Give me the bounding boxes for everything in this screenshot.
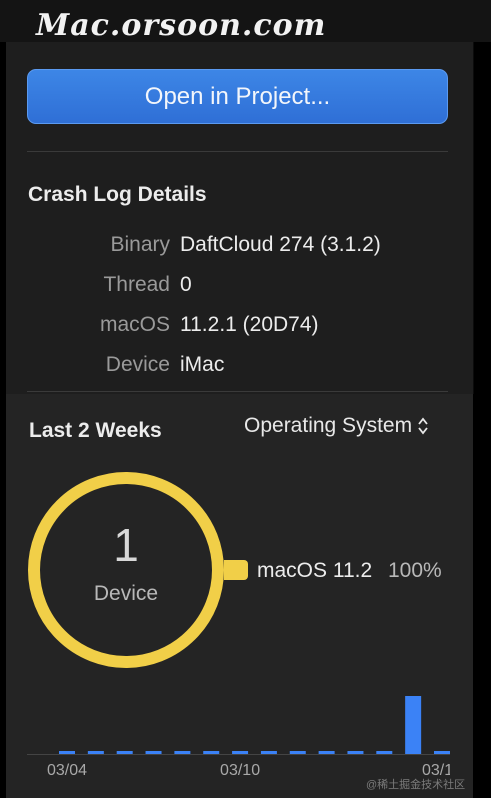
divider (27, 151, 448, 152)
up-down-chevron-icon (418, 417, 428, 435)
crash-bar-chart: 03/0403/1003/17 (27, 696, 450, 779)
bar-03/13[interactable] (318, 751, 335, 754)
tick-label: 03/10 (220, 762, 260, 779)
bar-03/11[interactable] (260, 751, 277, 754)
bar-03/08[interactable] (174, 751, 191, 754)
bar-03/07[interactable] (145, 751, 162, 754)
device-label: Device (105, 353, 170, 376)
bar-03/05[interactable] (87, 751, 104, 754)
thread-value: 0 (180, 273, 192, 296)
bar-03/04[interactable] (59, 751, 75, 754)
divider (27, 391, 448, 392)
legend-percent: 100% (388, 559, 442, 582)
bar-03/14[interactable] (347, 751, 364, 754)
watermark: Mac.orsoon.com (36, 8, 327, 43)
device-value: iMac (180, 353, 225, 376)
bar-03/12[interactable] (289, 751, 306, 754)
legend-label: macOS 11.2 (257, 559, 373, 582)
grouping-selector[interactable]: Operating System (244, 414, 428, 438)
last-2-weeks-title: Last 2 Weeks (29, 419, 162, 442)
credit-watermark: @稀土掘金技术社区 (366, 779, 466, 791)
device-count-label: Device (93, 582, 159, 605)
bar-03/17[interactable] (434, 751, 450, 754)
macos-value: 11.2.1 (20D74) (180, 313, 319, 336)
binary-label: Binary (110, 233, 170, 256)
tick-label: 03/04 (47, 762, 87, 779)
binary-value: DaftCloud 274 (3.1.2) (180, 233, 381, 256)
open-in-project-button[interactable]: Open in Project... (27, 69, 448, 124)
crash-log-title: Crash Log Details (28, 183, 207, 206)
macos-label: macOS (99, 313, 170, 336)
bar-03/09[interactable] (203, 751, 220, 754)
thread-label: Thread (103, 273, 170, 296)
grouping-selector-label: Operating System (244, 414, 413, 437)
bar-03/10[interactable] (232, 751, 249, 754)
bar-03/06[interactable] (116, 751, 133, 754)
bar-03/16[interactable] (405, 696, 422, 754)
device-count: 1 (113, 519, 139, 571)
legend-swatch (224, 560, 248, 580)
bar-03/15[interactable] (376, 751, 393, 754)
